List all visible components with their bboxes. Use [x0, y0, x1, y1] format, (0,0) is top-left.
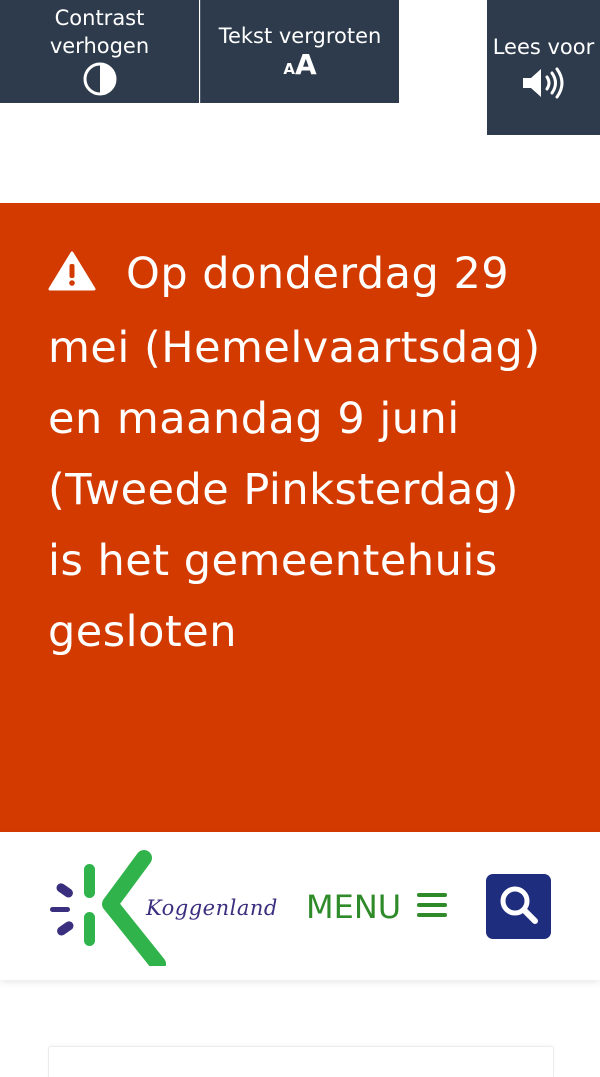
text-size-icon-small: A: [283, 59, 295, 78]
contrast-button[interactable]: Contrast verhogen: [0, 0, 199, 103]
read-aloud-button[interactable]: Lees voor: [487, 0, 600, 135]
contrast-label: Contrast verhogen: [49, 5, 150, 58]
content-card: [48, 1046, 554, 1077]
menu-label: MENU: [306, 888, 402, 926]
search-icon: [498, 884, 540, 930]
text-size-icon-big: A: [294, 47, 317, 81]
logo-wordmark: Koggenland: [146, 896, 278, 920]
warning-triangle-icon: [48, 242, 96, 313]
half-circle-icon: [83, 62, 117, 100]
alert-message: Op donderdag 29 mei (Hemelvaartsdag) en …: [48, 249, 541, 657]
read-aloud-label: Lees voor: [492, 34, 595, 59]
text-size-button[interactable]: Tekst vergroten AA: [200, 0, 399, 103]
koggenland-logo[interactable]: Koggenland: [46, 846, 278, 966]
site-header: Koggenland MENU: [0, 832, 600, 980]
search-button[interactable]: [486, 874, 551, 939]
hamburger-icon: [417, 888, 448, 926]
speaker-icon: [521, 67, 567, 103]
alert-text: Op donderdag 29 mei (Hemelvaartsdag) en …: [48, 239, 552, 668]
menu-button[interactable]: MENU: [306, 887, 448, 927]
text-size-label: Tekst vergroten: [218, 23, 382, 48]
text-size-icon: AA: [283, 50, 316, 82]
closure-alert-banner: Op donderdag 29 mei (Hemelvaartsdag) en …: [0, 203, 600, 832]
accessibility-toolbar: Contrast verhogen Tekst vergroten AA Lee…: [0, 0, 600, 140]
